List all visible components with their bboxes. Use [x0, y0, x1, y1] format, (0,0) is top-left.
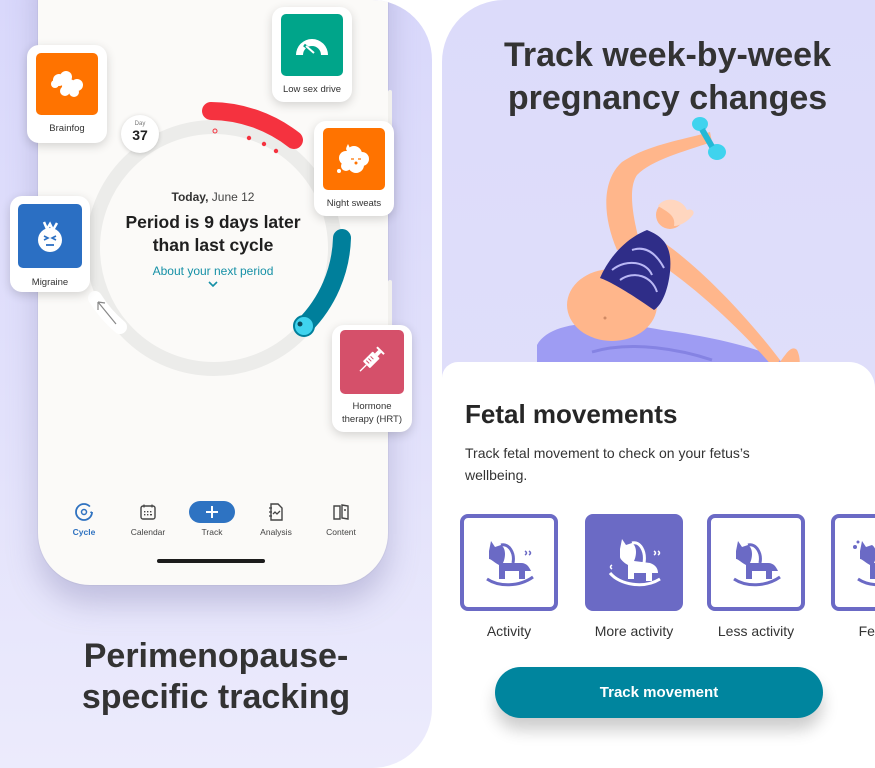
tab-cycle[interactable]: Cycle [49, 500, 119, 537]
option-label: More activity [594, 623, 674, 639]
tab-analysis[interactable]: Analysis [241, 500, 311, 537]
symptom-label: Migraine [31, 277, 69, 288]
today-marker-dot [297, 321, 303, 327]
card-title: Fetal movements [465, 399, 678, 429]
plus-icon [189, 501, 235, 523]
symptom-label: Brainfog [49, 123, 85, 134]
rocking-horse-icon [733, 540, 781, 586]
option-box [831, 514, 875, 611]
symptom-card-migraine[interactable]: Migraine [10, 196, 90, 292]
cycle-status-line: than last cycle [152, 235, 274, 255]
headline-line: Perimenopause- [83, 637, 349, 675]
symptom-card-brainfog[interactable]: Brainfog [27, 45, 107, 143]
chevron-down-icon[interactable] [208, 281, 218, 288]
pregnancy-panel: Track week-by-week pregnancy changes Fet… [442, 0, 875, 768]
option-label: Fetal h [858, 623, 875, 639]
tab-label: Analysis [260, 527, 292, 537]
cycle-dot [261, 141, 267, 147]
rocking-horse-icon [486, 540, 534, 586]
home-indicator [157, 559, 265, 563]
cycle-status-line: Period is 9 days later [125, 212, 301, 232]
option-label: Less activity [717, 623, 795, 639]
track-movement-button[interactable]: Track movement [495, 667, 823, 718]
app-screenshot-collage: Day 37 Today, June 12 Period is 9 days l… [0, 0, 875, 768]
cycle-dot [246, 135, 252, 141]
rocking-horse-icon [853, 540, 875, 586]
symptom-card-hormone-therapy[interactable]: Hormone therapy (HRT) [332, 325, 412, 432]
today-prefix: Today, [171, 190, 209, 204]
cycle-dot [273, 148, 279, 154]
tab-content[interactable]: Content [306, 500, 376, 537]
option-activity[interactable]: Activity [459, 514, 559, 639]
cycle-icon [75, 503, 93, 521]
fetal-movements-card: Fetal movements Track fetal movement to … [442, 362, 875, 768]
symptom-label-line: therapy (HRT) [341, 414, 402, 425]
pregnant-woman-exercise-illustration [517, 117, 817, 393]
cloud-icon [36, 53, 98, 115]
tab-label: Calendar [130, 527, 166, 537]
today-date-value: June 12 [211, 190, 255, 204]
analysis-icon [269, 503, 283, 521]
cycle-summary: Today, June 12 Period is 9 days later th… [98, 190, 328, 288]
symptom-label: Low sex drive [282, 84, 342, 95]
symptom-card-night-sweats[interactable]: Night sweats [314, 121, 394, 216]
option-box [585, 514, 683, 611]
tab-label: Cycle [72, 527, 96, 537]
today-marker[interactable] [293, 315, 315, 337]
syringe-icon [340, 330, 404, 394]
symptom-card-low-sex-drive[interactable]: Low sex drive [272, 7, 352, 102]
bottom-tab-bar: Cycle Calendar Track Analysis Content [38, 500, 388, 545]
symptom-label: Night sweats [326, 198, 382, 209]
symptom-label: Hormone therapy (HRT) [332, 400, 412, 426]
gauge-icon [281, 14, 343, 76]
cycle-day-badge: Day 37 [121, 115, 159, 153]
symptom-label-line: Hormone [352, 401, 392, 412]
tab-track[interactable]: Track [177, 500, 247, 537]
cycle-day-number: 37 [132, 127, 148, 143]
book-icon [333, 504, 349, 520]
option-label: Activity [486, 623, 532, 639]
option-fetal-hiccups[interactable]: Fetal h [830, 514, 875, 639]
tab-label: Content [326, 527, 356, 537]
tab-calendar[interactable]: Calendar [113, 500, 183, 537]
calendar-icon [140, 504, 156, 520]
cycle-status: Period is 9 days later than last cycle [98, 211, 328, 257]
left-panel-headline: Perimenopause- specific tracking [0, 636, 432, 718]
rocking-horse-icon [608, 538, 661, 586]
sweat-cloud-icon [323, 128, 385, 190]
migraine-face-icon [18, 204, 82, 268]
headline-line: specific tracking [81, 678, 351, 716]
option-more-activity[interactable]: More activity [584, 514, 684, 639]
card-description: Track fetal movement to check on your fe… [465, 445, 750, 483]
tab-label: Track [201, 527, 223, 537]
option-less-activity[interactable]: Less activity [706, 514, 806, 639]
option-box [460, 514, 558, 611]
perimenopause-panel: Day 37 Today, June 12 Period is 9 days l… [0, 0, 432, 768]
option-box [707, 514, 805, 611]
today-date: Today, June 12 [98, 190, 328, 204]
next-period-link[interactable]: About your next period [98, 264, 328, 278]
